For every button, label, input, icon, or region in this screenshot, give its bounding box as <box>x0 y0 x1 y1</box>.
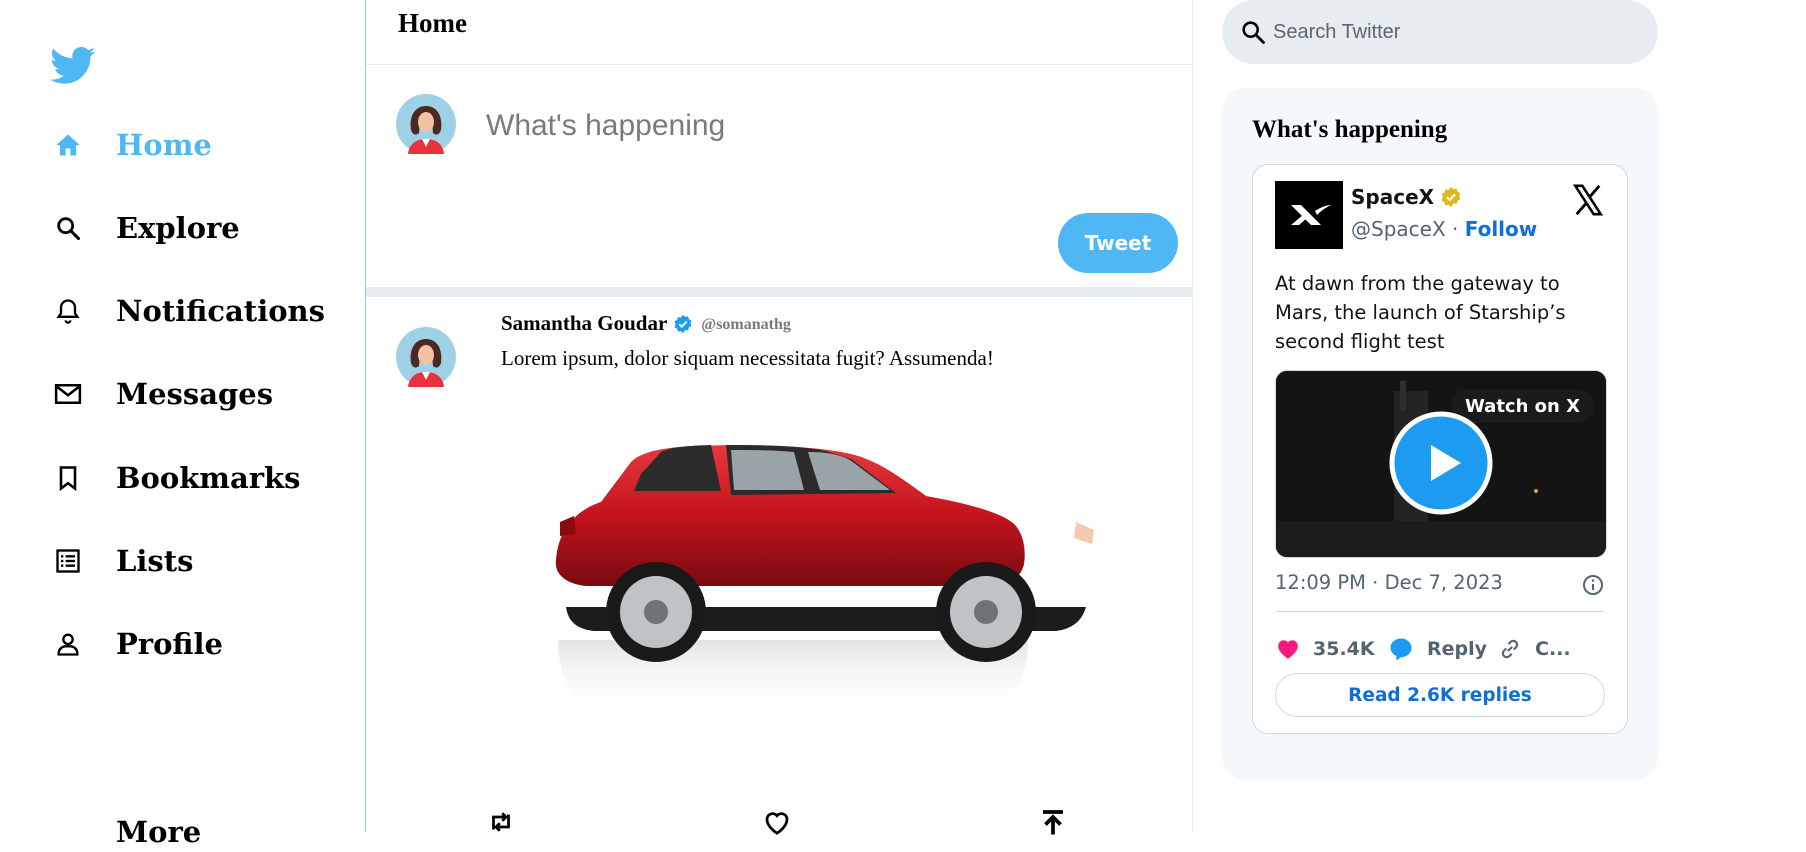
feed-header: Home <box>366 0 1192 65</box>
nav-item-messages[interactable]: Messages <box>52 374 342 414</box>
post-text: Lorem ipsum, dolor siquam necessitata fu… <box>501 346 994 370</box>
nav-item-profile[interactable]: Profile <box>52 624 342 664</box>
search-icon <box>1242 21 1265 44</box>
separator: · <box>1445 217 1465 241</box>
tweet-post: Samantha Goudar @somanathg Lorem ipsum, … <box>366 297 1192 837</box>
embed-handle[interactable]: @SpaceX <box>1351 217 1446 241</box>
embed-handle-line: @SpaceX · Follow <box>1351 217 1537 241</box>
reply-action[interactable]: Reply <box>1387 629 1487 669</box>
tweet-button[interactable]: Tweet <box>1058 213 1178 273</box>
nav-label: More <box>116 815 202 849</box>
like-action[interactable]: 35.4K <box>1275 629 1375 669</box>
search-bar[interactable] <box>1222 0 1658 64</box>
embed-actions: 35.4K Reply C... <box>1275 629 1615 669</box>
more-icon <box>52 816 84 848</box>
video-thumbnail[interactable]: Watch on X <box>1275 370 1607 558</box>
feed-divider <box>366 287 1192 297</box>
embed-timestamp[interactable]: 12:09 PM · Dec 7, 2023 <box>1275 571 1503 594</box>
feed: Home Tweet Samantha Goudar @somana <box>365 0 1193 835</box>
nav-label: Home <box>116 128 212 162</box>
twitter-logo-icon[interactable] <box>50 46 96 86</box>
mail-icon <box>52 378 84 410</box>
tweet-composer: Tweet <box>366 65 1192 287</box>
nav-label: Lists <box>116 544 194 578</box>
post-author-handle[interactable]: @somanathg <box>701 316 791 334</box>
home-icon <box>52 129 84 161</box>
nav-item-bookmarks[interactable]: Bookmarks <box>52 458 342 498</box>
embed-text: At dawn from the gateway to Mars, the la… <box>1275 272 1566 353</box>
nav-label: Bookmarks <box>116 461 301 495</box>
embed-author-name[interactable]: SpaceX <box>1351 185 1434 209</box>
verified-icon <box>674 314 692 333</box>
read-replies-button[interactable]: Read 2.6K replies <box>1275 673 1605 717</box>
copy-link-action[interactable]: C... <box>1497 629 1571 669</box>
retweet-icon[interactable] <box>486 807 516 837</box>
list-icon <box>52 545 84 577</box>
avatar[interactable] <box>396 94 456 154</box>
nav-item-lists[interactable]: Lists <box>52 541 342 581</box>
nav-label: Profile <box>116 627 223 661</box>
page-title: Home <box>398 8 467 38</box>
post-header: Samantha Goudar @somanathg <box>501 311 791 336</box>
nav-label: Messages <box>116 377 274 411</box>
heart-icon[interactable] <box>761 807 793 837</box>
person-icon <box>52 628 84 660</box>
follow-link[interactable]: Follow <box>1465 217 1538 241</box>
bell-icon <box>52 295 84 327</box>
share-icon[interactable] <box>1038 807 1068 837</box>
nav-item-home[interactable]: Home <box>52 125 342 165</box>
nav-item-more[interactable]: More <box>52 812 342 852</box>
nav-item-explore[interactable]: Explore <box>52 208 342 248</box>
search-icon <box>52 212 84 244</box>
x-logo-icon[interactable] <box>1571 183 1605 217</box>
play-icon[interactable] <box>1389 411 1493 515</box>
embed-author: SpaceX <box>1351 185 1462 209</box>
panel-title: What's happening <box>1252 116 1448 143</box>
spacex-avatar[interactable] <box>1275 181 1343 249</box>
nav-item-notifications[interactable]: Notifications <box>52 291 342 331</box>
nav-label: Notifications <box>116 294 325 328</box>
red-car-image <box>555 445 1094 720</box>
reply-bubble-icon <box>1390 638 1412 661</box>
verified-gold-icon <box>1441 186 1461 208</box>
bookmark-icon <box>52 462 84 494</box>
tweet-input[interactable] <box>484 95 1128 157</box>
info-icon[interactable] <box>1581 573 1605 597</box>
avatar[interactable] <box>396 327 456 387</box>
embedded-tweet[interactable]: SpaceX @SpaceX · Follow At dawn from the… <box>1252 164 1628 734</box>
search-input[interactable] <box>1271 19 1635 45</box>
post-actions <box>366 807 1192 837</box>
link-icon <box>1501 639 1519 659</box>
reply-label: Reply <box>1427 638 1488 660</box>
nav-label: Explore <box>116 211 240 245</box>
like-count: 35.4K <box>1313 638 1375 660</box>
whats-happening-panel: What's happening SpaceX @SpaceX · Follow <box>1222 88 1658 780</box>
sidebar: Home Explore Notifications Messages Book… <box>0 0 367 849</box>
copy-label: C... <box>1535 638 1571 660</box>
heart-icon <box>1278 640 1298 659</box>
right-column: What's happening SpaceX @SpaceX · Follow <box>1222 0 1662 832</box>
post-author-name[interactable]: Samantha Goudar <box>501 311 667 336</box>
divider <box>1275 611 1605 612</box>
